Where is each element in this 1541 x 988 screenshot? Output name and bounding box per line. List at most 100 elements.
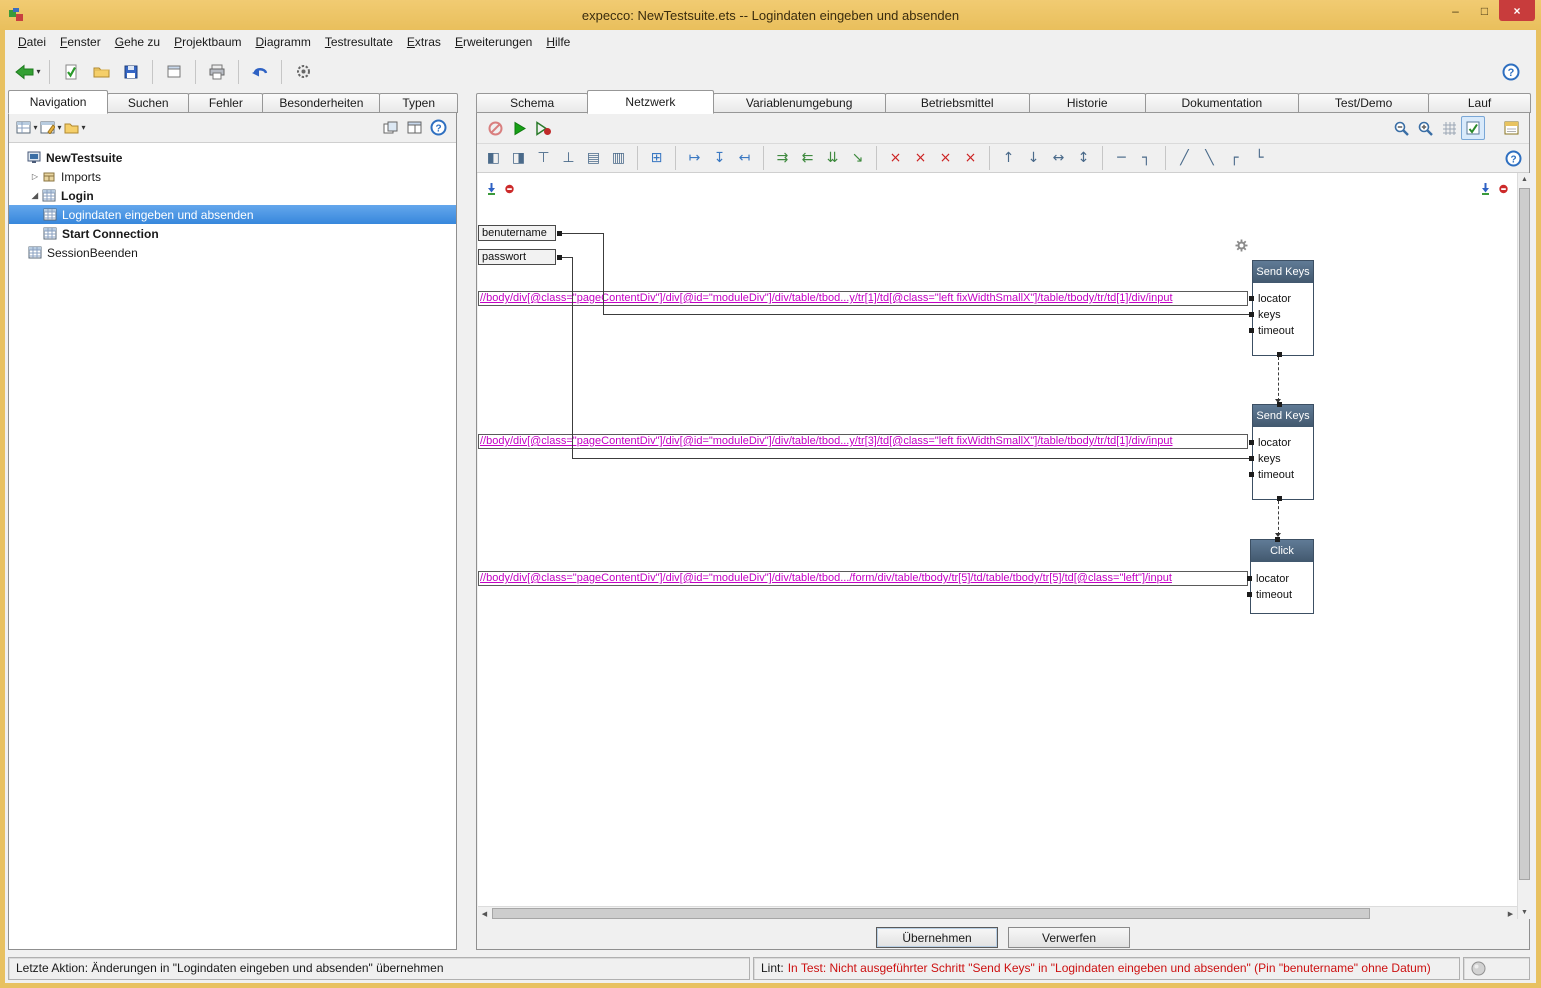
add-graph-output-button[interactable] bbox=[1478, 182, 1492, 195]
tab-betriebsmittel[interactable]: Betriebsmittel bbox=[885, 93, 1030, 113]
scroll-up-icon[interactable]: ▲ bbox=[1518, 173, 1531, 186]
pin-timeout[interactable]: timeout bbox=[1258, 323, 1313, 339]
pin-locator[interactable]: locator bbox=[1258, 291, 1313, 307]
vertical-scrollbar-thumb[interactable] bbox=[1519, 188, 1530, 880]
delete-output-pin-icon[interactable]: × bbox=[908, 147, 933, 170]
menu-gehe-zu[interactable]: Gehe zu bbox=[108, 32, 167, 52]
pin-timeout[interactable]: timeout bbox=[1258, 467, 1313, 483]
stretch-horizontal-icon[interactable]: ↔ bbox=[1046, 147, 1071, 170]
route-auto-icon[interactable]: └ bbox=[1247, 147, 1272, 170]
grid-snap-button[interactable] bbox=[1437, 116, 1461, 140]
tab-dokumentation[interactable]: Dokumentation bbox=[1145, 93, 1299, 113]
run-button[interactable] bbox=[507, 116, 531, 140]
connection-wire[interactable] bbox=[562, 233, 603, 234]
tab-suchen[interactable]: Suchen bbox=[107, 93, 189, 113]
new-step-icon[interactable]: ⊞ bbox=[644, 147, 669, 170]
help-button[interactable]: ? bbox=[1496, 57, 1526, 87]
input-pin-passwort[interactable]: passwort bbox=[478, 249, 556, 265]
edit-mode-menu-button[interactable]: ▾ bbox=[39, 116, 63, 140]
align-pin-top-icon[interactable]: ⊤ bbox=[531, 147, 556, 170]
debug-run-button[interactable] bbox=[531, 116, 555, 140]
auto-connect-icon[interactable]: ⇊ bbox=[820, 147, 845, 170]
undo-button[interactable] bbox=[245, 57, 275, 87]
select-mode-button[interactable] bbox=[1461, 116, 1485, 140]
auto-layout-icon[interactable]: ↘ bbox=[845, 147, 870, 170]
nav-back-menu-icon[interactable]: ▾ bbox=[36, 67, 40, 76]
horizontal-scrollbar-thumb[interactable] bbox=[492, 908, 1370, 919]
align-pin-right-icon[interactable]: ◨ bbox=[506, 147, 531, 170]
menu-projektbaum[interactable]: Projektbaum bbox=[167, 32, 248, 52]
view-mode-menu-button[interactable]: ▾ bbox=[15, 116, 39, 140]
tree-item-imports[interactable]: ▷Imports bbox=[9, 167, 456, 186]
connection-wire[interactable] bbox=[572, 257, 573, 458]
pin-connector-timeout[interactable] bbox=[1247, 592, 1252, 597]
control-in-pin[interactable] bbox=[1277, 402, 1282, 407]
connection-wire[interactable] bbox=[572, 458, 1252, 459]
pin-connector-timeout[interactable] bbox=[1249, 472, 1254, 477]
tab-besonderheiten[interactable]: Besonderheiten bbox=[262, 93, 380, 113]
vertical-scrollbar[interactable]: ▲ ▼ bbox=[1517, 173, 1530, 919]
delete-input-pin-icon[interactable]: × bbox=[883, 147, 908, 170]
collapsed-expander-icon[interactable]: ▷ bbox=[28, 172, 42, 181]
accept-button[interactable] bbox=[56, 57, 86, 87]
lower-pin-icon[interactable]: ↓ bbox=[1021, 147, 1046, 170]
open-file-button[interactable] bbox=[86, 57, 116, 87]
connection-wire[interactable] bbox=[562, 257, 572, 258]
save-button[interactable] bbox=[116, 57, 146, 87]
add-step-between-icon[interactable]: ↧ bbox=[707, 147, 732, 170]
tree-item-login[interactable]: ◢Login bbox=[9, 186, 456, 205]
delete-connections-icon[interactable]: × bbox=[958, 147, 983, 170]
control-flow-wire[interactable] bbox=[1278, 357, 1279, 401]
pin-connector-timeout[interactable] bbox=[1249, 328, 1254, 333]
tab-variablenumgebung[interactable]: Variablenumgebung bbox=[713, 93, 886, 113]
reset-button[interactable] bbox=[483, 116, 507, 140]
tab-navigation[interactable]: Navigation bbox=[8, 90, 108, 114]
align-pin-left-icon[interactable]: ◧ bbox=[481, 147, 506, 170]
control-flow-wire[interactable] bbox=[1278, 501, 1279, 535]
menu-extras[interactable]: Extras bbox=[400, 32, 448, 52]
menu-datei[interactable]: Datei bbox=[11, 32, 53, 52]
pin-keys[interactable]: keys bbox=[1258, 307, 1313, 323]
control-out-pin[interactable] bbox=[1277, 496, 1282, 501]
scroll-left-icon[interactable]: ◀ bbox=[478, 907, 491, 920]
menu-testresultate[interactable]: Testresultate bbox=[318, 32, 400, 52]
control-in-pin[interactable] bbox=[1275, 537, 1280, 542]
pin-connector-keys[interactable] bbox=[1249, 312, 1254, 317]
pin-locator[interactable]: locator bbox=[1258, 435, 1313, 451]
pin-connector-locator[interactable] bbox=[1249, 296, 1254, 301]
minimize-button[interactable]: – bbox=[1441, 0, 1470, 21]
raise-pin-icon[interactable]: ↑ bbox=[996, 147, 1021, 170]
connect-output-pins-icon[interactable]: ⇇ bbox=[795, 147, 820, 170]
detach-view-button[interactable] bbox=[402, 116, 426, 140]
tab-lauf[interactable]: Lauf bbox=[1428, 93, 1531, 113]
add-output-pin-icon[interactable]: ↤ bbox=[732, 147, 757, 170]
pin-connector-locator[interactable] bbox=[1249, 440, 1254, 445]
help-button[interactable]: ? bbox=[426, 116, 450, 140]
discard-button[interactable]: Verwerfen bbox=[1008, 927, 1130, 948]
step-settings-button[interactable] bbox=[1235, 239, 1248, 255]
delete-pin-icon[interactable]: × bbox=[933, 147, 958, 170]
route-line-icon[interactable]: ╱ bbox=[1172, 147, 1197, 170]
pin-connector-locator[interactable] bbox=[1247, 576, 1252, 581]
remove-graph-input-button[interactable] bbox=[502, 182, 516, 195]
connection-wire[interactable] bbox=[603, 233, 604, 314]
pin-locator[interactable]: locator bbox=[1256, 571, 1313, 587]
menu-diagramm[interactable]: Diagramm bbox=[249, 32, 318, 52]
control-out-pin[interactable] bbox=[1277, 352, 1282, 357]
new-window-button[interactable] bbox=[159, 57, 189, 87]
apply-button[interactable]: Übernehmen bbox=[876, 927, 998, 948]
connection-straight-icon[interactable]: ─ bbox=[1109, 147, 1134, 170]
tree-item-newtestsuite[interactable]: NewTestsuite bbox=[9, 148, 456, 167]
zoom-out-button[interactable] bbox=[1389, 116, 1413, 140]
tab-fehler[interactable]: Fehler bbox=[188, 93, 263, 113]
tree-item-logindaten-eingeben-und-absenden[interactable]: Logindaten eingeben und absenden bbox=[9, 205, 456, 224]
distribute-pins-horizontal-icon[interactable]: ▤ bbox=[581, 147, 606, 170]
input-pin-benutername[interactable]: benutername bbox=[478, 225, 556, 241]
tab-typen[interactable]: Typen bbox=[379, 93, 458, 113]
new-folder-menu-button[interactable]: ▾ bbox=[63, 116, 87, 140]
connection-orthogonal-icon[interactable]: ┐ bbox=[1134, 147, 1159, 170]
horizontal-scrollbar[interactable]: ◀ ▶ bbox=[478, 906, 1517, 919]
tree-item-start-connection[interactable]: Start Connection bbox=[9, 224, 456, 243]
expanded-expander-icon[interactable]: ◢ bbox=[28, 191, 42, 200]
add-graph-input-button[interactable] bbox=[484, 182, 498, 195]
